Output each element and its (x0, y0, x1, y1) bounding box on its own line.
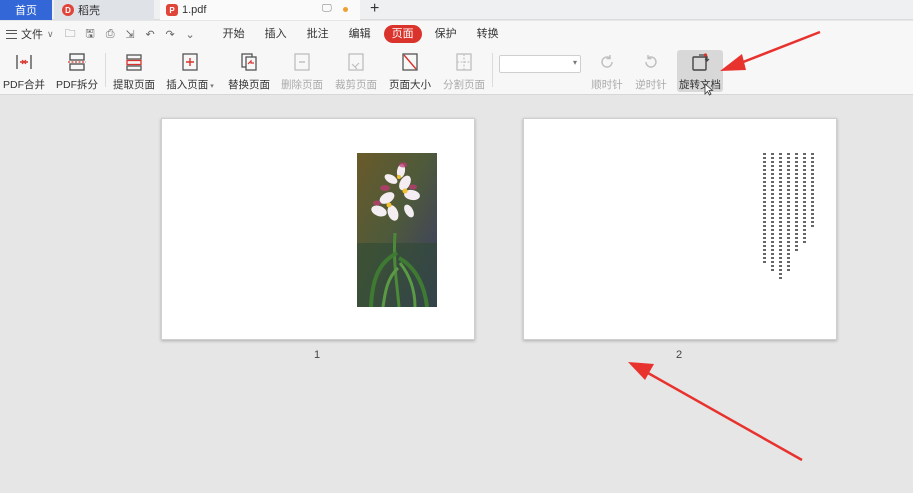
rotated-text-line (770, 153, 775, 273)
hamburger-icon (6, 29, 17, 39)
rotate-document-label: 旋转文档 (679, 79, 721, 91)
tab-daoke-label: 稻壳 (78, 5, 100, 17)
daoke-logo-icon: D (62, 4, 74, 16)
document-canvas[interactable]: 1 2 (0, 96, 913, 493)
tab-daoke[interactable]: D 稻壳 (54, 0, 154, 20)
chevron-down-icon: ∨ (47, 28, 54, 39)
open-folder-icon[interactable]: 🗀 (64, 25, 77, 44)
print-icon[interactable]: ⎙ (104, 28, 117, 41)
new-tab-button[interactable]: + (370, 0, 379, 20)
menu-start[interactable]: 开始 (213, 25, 255, 43)
pdf-split-label: PDF拆分 (56, 79, 98, 91)
rotate-counterclockwise-label: 逆时针 (635, 79, 667, 91)
delete-page-icon (292, 52, 312, 72)
extract-page-icon (124, 52, 144, 72)
insert-page-button[interactable]: 插入页面 ▾ (165, 50, 215, 92)
rotate-clockwise-label: 顺时针 (591, 79, 623, 91)
rotate-clockwise-icon (597, 52, 617, 72)
extract-page-button[interactable]: 提取页面 (112, 50, 156, 92)
dropdown-arrow-icon: ▾ (208, 83, 214, 90)
replace-page-icon (239, 52, 259, 72)
export-icon[interactable]: ⇲ (124, 28, 137, 41)
page-size-label: 页面大小 (389, 79, 431, 91)
undo-icon[interactable]: ↶ (144, 28, 157, 41)
menu-tabs: 开始 插入 批注 编辑 页面 保护 转换 (213, 25, 509, 43)
menu-annotate[interactable]: 批注 (297, 25, 339, 43)
crop-page-button[interactable]: 裁剪页面 (334, 50, 378, 92)
menu-page[interactable]: 页面 (383, 25, 422, 43)
menu-edit[interactable]: 编辑 (339, 25, 381, 43)
page-thumbnail-2[interactable] (523, 118, 837, 340)
split-page-button[interactable]: 分割页面 (442, 50, 486, 92)
screen-display-icon[interactable]: 🖵 (322, 3, 332, 14)
page-number-1: 1 (314, 349, 321, 361)
extract-page-label: 提取页面 (113, 79, 155, 91)
save-icon[interactable]: 🖫 (84, 25, 97, 44)
tab-document-label: 1.pdf (182, 4, 207, 16)
pdf-merge-button[interactable]: PDF合并 (3, 50, 45, 92)
split-page-icon (454, 52, 474, 72)
file-menu-label: 文件 (21, 29, 43, 41)
page-size-button[interactable]: 页面大小 (388, 50, 432, 92)
rotated-text-line (794, 153, 799, 253)
split-icon (67, 52, 87, 72)
pdf-file-icon: P (166, 4, 178, 16)
delete-page-button[interactable]: 删除页面 (280, 50, 324, 92)
pdf-merge-label: PDF合并 (3, 79, 45, 91)
page-toolbar: PDF合并 PDF拆分 提取页面 插入页面 ▾ 替换页面 删除页面 裁剪页面 页… (0, 47, 913, 96)
menu-insert[interactable]: 插入 (255, 25, 297, 43)
insert-page-icon (180, 52, 200, 72)
rotated-text-line (810, 153, 815, 229)
page-thumbnail-1[interactable] (161, 118, 475, 340)
crop-page-icon (346, 52, 366, 72)
mouse-cursor-icon (704, 83, 714, 96)
rotate-clockwise-button[interactable]: 顺时针 (588, 50, 626, 92)
tab-bar: 首页 D 稻壳 P 1.pdf 🖵 + (0, 0, 913, 20)
rotated-text-line (778, 153, 783, 281)
rotated-text-line (802, 153, 807, 243)
split-page-label: 分割页面 (443, 79, 485, 91)
menu-bar: 文件 ∨ 🗀 🖫 ⎙ ⇲ ↶ ↷ ⌄ 开始 插入 批注 编辑 页面 保护 转换 (0, 21, 913, 47)
toolbar-separator (105, 53, 106, 87)
quick-access-toolbar: 🗀 🖫 ⎙ ⇲ ↶ ↷ ⌄ (64, 25, 197, 44)
file-menu-button[interactable]: 文件 ∨ (0, 26, 54, 42)
flower-photo (357, 153, 437, 307)
select-arrow-icon: ▾ (572, 58, 577, 67)
menu-protect[interactable]: 保护 (425, 25, 467, 43)
merge-icon (14, 52, 34, 72)
tab-document[interactable]: P 1.pdf 🖵 (160, 0, 360, 20)
rotate-document-button[interactable]: 旋转文档 (677, 50, 723, 96)
rotated-text-line (762, 153, 767, 263)
rotate-document-icon (690, 52, 710, 72)
redo-icon[interactable]: ↷ (164, 28, 177, 41)
rotate-counterclockwise-button[interactable]: 逆时针 (632, 50, 670, 92)
pdf-split-button[interactable]: PDF拆分 (55, 50, 99, 92)
tab-home[interactable]: 首页 (0, 0, 52, 20)
insert-page-text: 插入页面 (166, 79, 209, 91)
toolbar-separator (492, 53, 493, 87)
menu-convert[interactable]: 转换 (467, 25, 509, 43)
insert-page-label: 插入页面 ▾ (166, 77, 213, 92)
rotated-text-line (786, 153, 791, 271)
replace-page-button[interactable]: 替换页面 (227, 50, 271, 92)
tab-home-label: 首页 (15, 5, 37, 17)
rotate-counterclockwise-icon (641, 52, 661, 72)
customize-chevron-icon[interactable]: ⌄ (184, 28, 197, 41)
page-size-icon (400, 52, 420, 72)
replace-page-label: 替换页面 (228, 79, 270, 91)
crop-page-label: 裁剪页面 (335, 79, 377, 91)
delete-page-label: 删除页面 (281, 79, 323, 91)
page-number-2: 2 (676, 349, 683, 361)
unsaved-dot-icon (343, 7, 348, 12)
page-range-select[interactable]: ▾ (499, 55, 581, 73)
